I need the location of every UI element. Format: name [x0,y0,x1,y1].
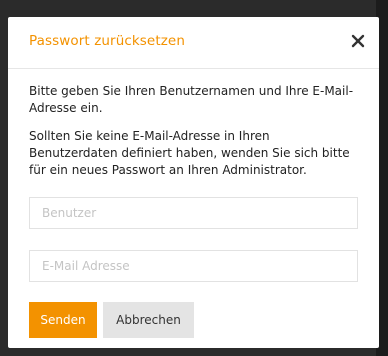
instruction-text: Bitte geben Sie Ihren Benutzernamen und … [29,84,354,115]
email-input[interactable] [29,250,358,282]
no-email-hint-text: Sollten Sie keine E-Mail-Adresse in Ihre… [29,129,350,177]
close-icon [351,34,365,48]
close-button[interactable] [346,29,370,53]
cancel-button[interactable]: Abbrechen [103,302,194,338]
send-button[interactable]: Senden [29,302,97,338]
dialog-header: Passwort zurücksetzen [8,17,379,69]
dialog-body: Bitte geben Sie Ihren Benutzernamen und … [29,83,359,179]
dialog-title: Passwort zurücksetzen [29,33,185,49]
username-input[interactable] [29,197,358,229]
reset-password-dialog: Passwort zurücksetzen Bitte geben Sie Ih… [8,17,379,348]
